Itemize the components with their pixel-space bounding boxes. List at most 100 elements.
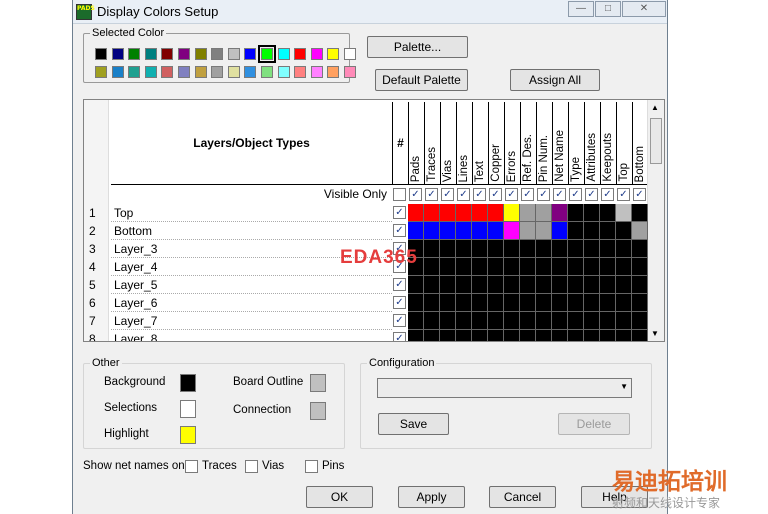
color-cell-keepouts[interactable] [600,222,616,240]
palette-swatch-row1-14[interactable] [310,48,323,60]
visible-checkbox-12[interactable]: ✓ [585,188,598,201]
board-outline-color-swatch[interactable] [310,374,326,392]
color-cell-type[interactable] [568,312,584,330]
scroll-down-icon[interactable]: ▼ [651,329,659,338]
color-cell-pads[interactable] [408,222,424,240]
configuration-dropdown[interactable]: ▼ [377,378,632,398]
visible-checkbox-11[interactable]: ✓ [569,188,582,201]
palette-swatch-row1-8[interactable] [211,48,224,60]
palette-swatch-row1-2[interactable] [111,48,124,60]
color-cell-netname[interactable] [552,276,568,294]
palette-swatch-row1-4[interactable] [144,48,157,60]
palette-swatch-row1-13[interactable] [294,48,307,60]
scroll-thumb[interactable] [650,118,662,164]
color-cell-lines[interactable] [456,222,472,240]
color-cell-refdes[interactable] [520,330,536,341]
palette-swatch-row2-10[interactable] [244,66,257,78]
palette-swatch-row2-12[interactable] [277,66,290,78]
ok-button[interactable]: OK [306,486,373,508]
color-cell-errors[interactable] [504,222,520,240]
color-cell-vias[interactable] [440,294,456,312]
color-cell-bottom[interactable] [632,240,648,258]
color-cell-refdes[interactable] [520,294,536,312]
color-cell-type[interactable] [568,258,584,276]
visible-checkbox-10[interactable]: ✓ [553,188,566,201]
layer-visible-checkbox[interactable]: ✓ [393,296,406,309]
color-cell-refdes[interactable] [520,276,536,294]
color-cell-lines[interactable] [456,294,472,312]
color-cell-lines[interactable] [456,330,472,341]
color-cell-type[interactable] [568,294,584,312]
color-cell-bottom[interactable] [632,312,648,330]
color-cell-copper[interactable] [488,330,504,341]
close-icon[interactable]: ✕ [622,1,666,17]
palette-swatch-row2-11[interactable] [261,66,273,78]
color-cell-keepouts[interactable] [600,204,616,222]
color-cell-keepouts[interactable] [600,240,616,258]
palette-swatch-row2-9[interactable] [227,66,240,78]
palette-swatch-row2-16[interactable] [344,66,356,78]
palette-swatch-row2-5[interactable] [161,66,174,78]
palette-swatch-row2-3[interactable] [128,66,141,78]
color-cell-pinnum[interactable] [536,312,552,330]
color-cell-lines[interactable] [456,276,472,294]
palette-swatch-row1-1[interactable] [95,48,107,60]
color-cell-errors[interactable] [504,330,520,341]
color-cell-netname[interactable] [552,258,568,276]
maximize-icon[interactable]: □ [595,1,621,17]
vias-checkbox[interactable] [245,460,258,473]
color-cell-keepouts[interactable] [600,330,616,341]
color-cell-attributes[interactable] [584,222,600,240]
color-cell-text[interactable] [472,240,488,258]
color-cell-errors[interactable] [504,240,520,258]
color-cell-netname[interactable] [552,204,568,222]
color-cell-top[interactable] [616,222,632,240]
layer-visible-checkbox[interactable]: ✓ [393,224,406,237]
color-cell-top[interactable] [616,294,632,312]
color-cell-errors[interactable] [504,258,520,276]
color-cell-bottom[interactable] [632,294,648,312]
highlight-color-swatch[interactable] [180,426,196,444]
layer-visible-checkbox[interactable]: ✓ [393,314,406,327]
palette-swatch-row1-7[interactable] [194,48,207,60]
layer-name-layer_6[interactable]: Layer_6 [111,294,392,312]
color-cell-refdes[interactable] [520,222,536,240]
color-cell-vias[interactable] [440,276,456,294]
color-cell-copper[interactable] [488,204,504,222]
color-cell-traces[interactable] [424,240,440,258]
color-cell-pads[interactable] [408,330,424,341]
color-cell-pinnum[interactable] [536,258,552,276]
layer-name-layer_8[interactable]: Layer_8 [111,330,392,341]
palette-swatch-row1-9[interactable] [227,48,240,60]
palette-swatch-row2-4[interactable] [144,66,157,78]
color-cell-top[interactable] [616,204,632,222]
palette-swatch-row2-15[interactable] [327,66,340,78]
color-cell-top[interactable] [616,240,632,258]
visible-checkbox-9[interactable]: ✓ [537,188,550,201]
color-cell-traces[interactable] [424,330,440,341]
color-cell-pads[interactable] [408,312,424,330]
color-cell-refdes[interactable] [520,240,536,258]
layer-visible-checkbox[interactable]: ✓ [393,206,406,219]
color-cell-traces[interactable] [424,276,440,294]
palette-swatch-row1-15[interactable] [327,48,340,60]
delete-button[interactable]: Delete [558,413,630,435]
color-cell-type[interactable] [568,330,584,341]
color-cell-pinnum[interactable] [536,240,552,258]
color-cell-attributes[interactable] [584,258,600,276]
color-cell-traces[interactable] [424,204,440,222]
color-cell-refdes[interactable] [520,312,536,330]
palette-swatch-row2-13[interactable] [294,66,307,78]
color-cell-top[interactable] [616,330,632,341]
color-cell-keepouts[interactable] [600,294,616,312]
color-cell-bottom[interactable] [632,204,648,222]
color-cell-top[interactable] [616,276,632,294]
palette-swatch-row2-7[interactable] [194,66,207,78]
visible-checkbox-2[interactable]: ✓ [425,188,438,201]
color-cell-attributes[interactable] [584,330,600,341]
palette-swatch-row2-2[interactable] [111,66,124,78]
color-cell-traces[interactable] [424,222,440,240]
color-cell-text[interactable] [472,204,488,222]
color-cell-type[interactable] [568,276,584,294]
layer-visible-checkbox[interactable]: ✓ [393,278,406,291]
